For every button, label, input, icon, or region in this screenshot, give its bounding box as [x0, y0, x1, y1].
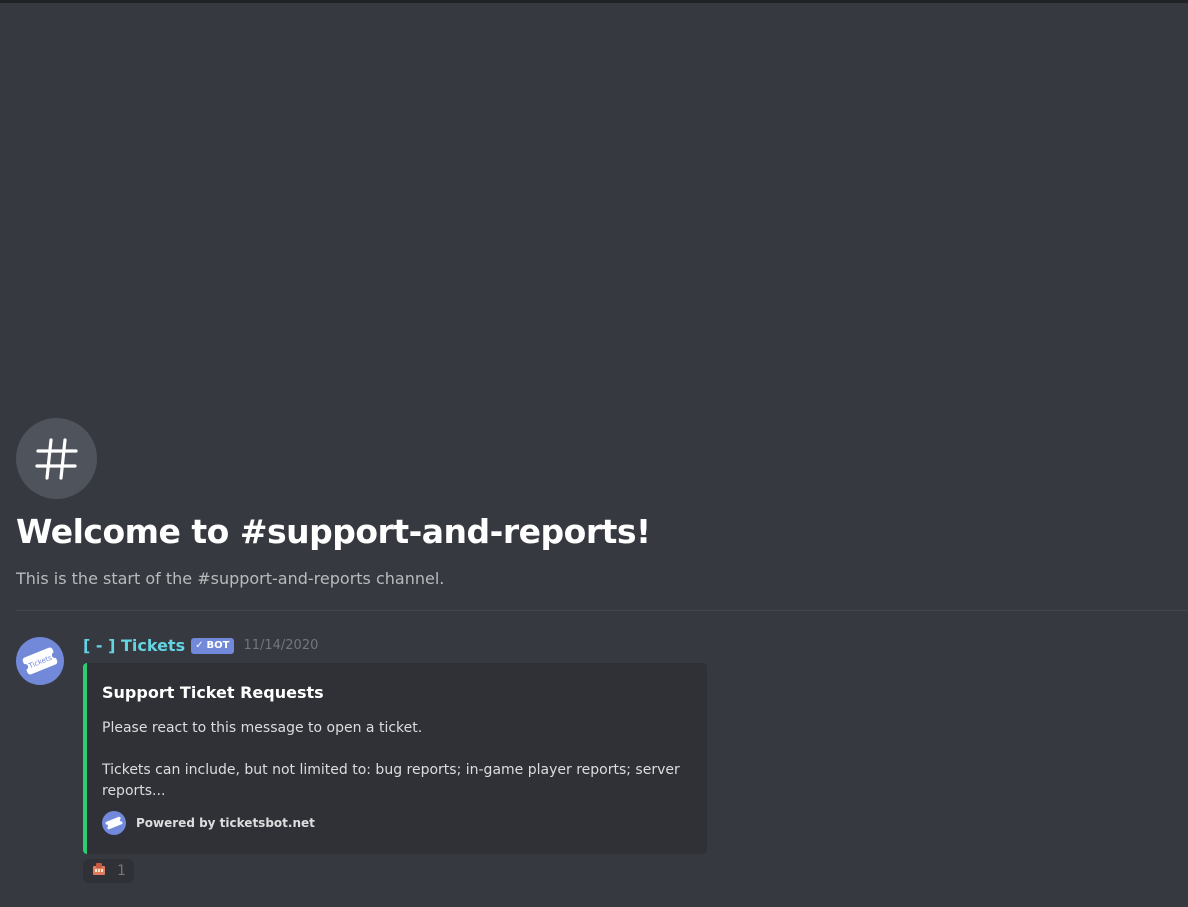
reaction-button[interactable]: 1 — [83, 859, 134, 883]
embed: Support Ticket Requests Please react to … — [83, 663, 707, 854]
welcome-title: Welcome to #support-and-reports! — [16, 512, 651, 551]
bot-tag-label: BOT — [206, 640, 230, 651]
ticket-emoji-icon — [91, 861, 107, 881]
message-header: [ - ] Tickets ✓ BOT 11/14/2020 — [83, 636, 318, 655]
timestamp[interactable]: 11/14/2020 — [243, 638, 318, 653]
verified-check-icon: ✓ — [195, 640, 204, 651]
footer-ticket-icon — [102, 811, 126, 835]
divider — [16, 610, 1188, 611]
embed-title: Support Ticket Requests — [102, 683, 324, 702]
channel-hash-icon — [16, 418, 97, 499]
top-border — [0, 0, 1188, 3]
embed-description-line: Please react to this message to open a t… — [102, 720, 423, 736]
username[interactable]: [ - ] Tickets — [83, 636, 185, 655]
bot-avatar[interactable]: Tickets — [16, 637, 64, 685]
embed-description: Please react to this message to open a t… — [102, 718, 692, 802]
welcome-subtitle: This is the start of the #support-and-re… — [16, 569, 445, 588]
embed-description-line: Tickets can include, but not limited to:… — [102, 762, 680, 799]
embed-footer: Powered by ticketsbot.net — [102, 811, 315, 835]
bot-tag: ✓ BOT — [191, 637, 235, 654]
embed-footer-text: Powered by ticketsbot.net — [136, 816, 315, 830]
reaction-count: 1 — [117, 863, 126, 879]
